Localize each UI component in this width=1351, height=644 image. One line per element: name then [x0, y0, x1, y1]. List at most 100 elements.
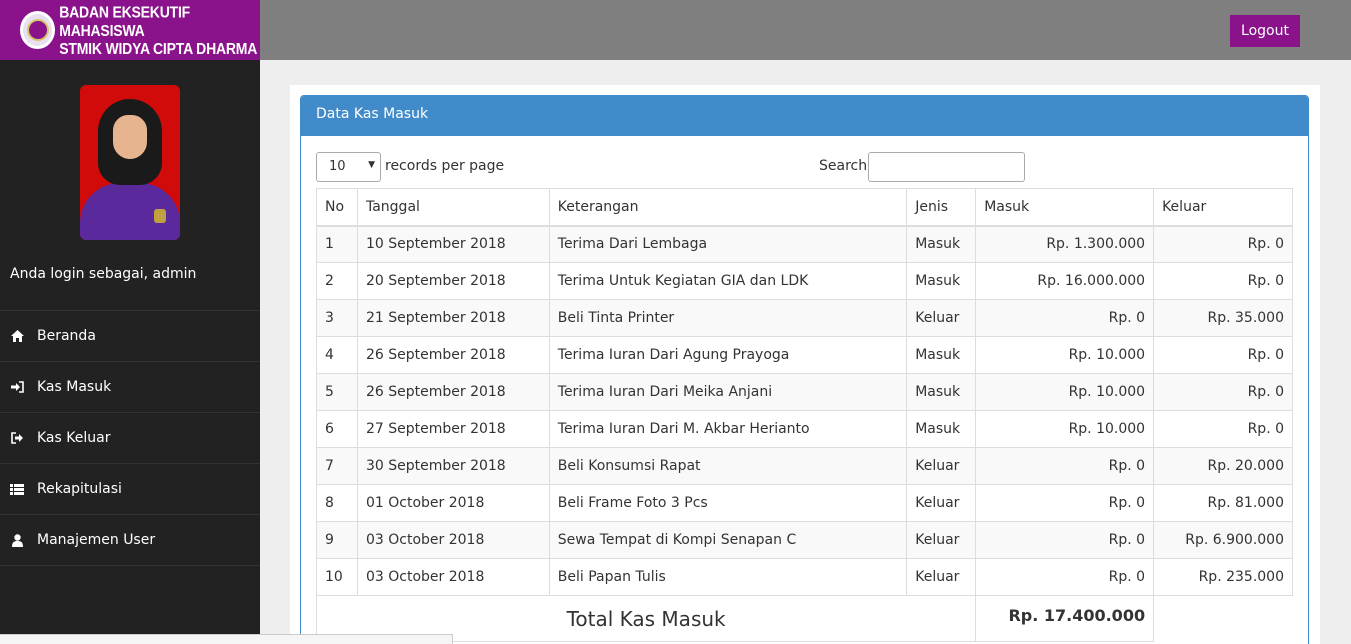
- cell-jenis: Masuk: [906, 225, 977, 263]
- cell-tanggal: 26 September 2018: [356, 373, 550, 411]
- cell-keluar: Rp. 0: [1153, 410, 1293, 448]
- cell-keluar: Rp. 6.900.000: [1153, 521, 1293, 559]
- sidebar-item-kas-keluar[interactable]: Kas Keluar: [0, 413, 260, 464]
- sidebar-item-beranda[interactable]: Beranda: [0, 311, 260, 362]
- logo-icon: [20, 11, 56, 49]
- records-per-page-select[interactable]: 10 ▼: [316, 152, 381, 182]
- cell-tanggal: 03 October 2018: [356, 558, 550, 596]
- brand-title: BADAN EKSEKUTIF MAHASISWA STMIK WIDYA CI…: [59, 2, 260, 57]
- sidebar-item-label: Beranda: [37, 328, 96, 344]
- cell-no: 3: [316, 299, 358, 337]
- cell-tanggal: 01 October 2018: [356, 484, 550, 522]
- cell-keluar: Rp. 0: [1153, 373, 1293, 411]
- table-row: 1 10 September 2018 Terima Dari Lembaga …: [316, 225, 1293, 263]
- top-navbar: Logout: [260, 0, 1351, 60]
- cell-jenis: Keluar: [906, 299, 977, 337]
- cell-no: 8: [316, 484, 358, 522]
- cell-no: 6: [316, 410, 358, 448]
- login-status: Anda login sebagai, admin: [0, 240, 260, 311]
- cell-keluar: Rp. 0: [1153, 336, 1293, 374]
- cell-keluar: Rp. 20.000: [1153, 447, 1293, 485]
- records-per-page-value: 10: [329, 159, 346, 174]
- table-controls: 10 ▼ records per page Search:: [301, 136, 1308, 188]
- cell-jenis: Masuk: [906, 262, 977, 300]
- sidebar-item-rekapitulasi[interactable]: Rekapitulasi: [0, 464, 260, 515]
- cell-keluar: Rp. 235.000: [1153, 558, 1293, 596]
- cell-keluar: Rp. 81.000: [1153, 484, 1293, 522]
- cell-tanggal: 26 September 2018: [356, 336, 550, 374]
- cell-tanggal: 21 September 2018: [356, 299, 550, 337]
- sidebar-item-label: Rekapitulasi: [37, 481, 122, 497]
- profile: [0, 60, 260, 240]
- cell-jenis: Masuk: [906, 373, 977, 411]
- cell-keterangan: Beli Tinta Printer: [548, 299, 908, 337]
- column-header-jenis[interactable]: Jenis: [906, 188, 977, 227]
- column-header-tanggal[interactable]: Tanggal: [356, 188, 550, 227]
- cell-keterangan: Terima Untuk Kegiatan GIA dan LDK: [548, 262, 908, 300]
- table-row: 3 21 September 2018 Beli Tinta Printer K…: [316, 299, 1293, 337]
- cell-masuk: Rp. 0: [975, 558, 1155, 596]
- sidebar-item-manajemen-user[interactable]: Manajemen User: [0, 515, 260, 566]
- home-icon: [10, 329, 24, 343]
- cell-keterangan: Beli Konsumsi Rapat: [548, 447, 908, 485]
- browser-status-bar: [0, 634, 453, 644]
- cell-masuk: Rp. 16.000.000: [975, 262, 1155, 300]
- kas-masuk-table: No Tanggal Keterangan Jenis Masuk Keluar…: [315, 188, 1293, 642]
- table-row: 2 20 September 2018 Terima Untuk Kegiata…: [316, 262, 1293, 300]
- sidebar-item-label: Manajemen User: [37, 532, 156, 548]
- sidebar-item-label: Kas Masuk: [37, 379, 112, 395]
- table-row: 7 30 September 2018 Beli Konsumsi Rapat …: [316, 447, 1293, 485]
- chevron-down-icon: ▼: [368, 160, 375, 170]
- table-row: 10 03 October 2018 Beli Papan Tulis Kelu…: [316, 558, 1293, 596]
- cell-masuk: Rp. 10.000: [975, 336, 1155, 374]
- cell-jenis: Keluar: [906, 447, 977, 485]
- column-header-keluar[interactable]: Keluar: [1153, 188, 1293, 227]
- search-input[interactable]: [868, 152, 1025, 182]
- sidebar: BADAN EKSEKUTIF MAHASISWA STMIK WIDYA CI…: [0, 0, 260, 644]
- cell-tanggal: 20 September 2018: [356, 262, 550, 300]
- cell-tanggal: 30 September 2018: [356, 447, 550, 485]
- column-header-no[interactable]: No: [316, 188, 358, 227]
- brand-title-line1: BADAN EKSEKUTIF MAHASISWA: [59, 2, 191, 40]
- table-header-row: No Tanggal Keterangan Jenis Masuk Keluar: [316, 188, 1293, 227]
- brand-title-line2: STMIK WIDYA CIPTA DHARMA: [59, 39, 258, 58]
- cell-keterangan: Terima Dari Lembaga: [548, 225, 908, 263]
- cell-keluar: Rp. 0: [1153, 262, 1293, 300]
- cell-jenis: Masuk: [906, 410, 977, 448]
- cell-jenis: Keluar: [906, 558, 977, 596]
- panel-title: Data Kas Masuk: [301, 96, 1308, 136]
- cell-keluar: Rp. 35.000: [1153, 299, 1293, 337]
- cell-no: 9: [316, 521, 358, 559]
- search-label: Search:: [819, 158, 872, 174]
- brand-header[interactable]: BADAN EKSEKUTIF MAHASISWA STMIK WIDYA CI…: [0, 0, 260, 60]
- cell-masuk: Rp. 0: [975, 484, 1155, 522]
- column-header-masuk[interactable]: Masuk: [975, 188, 1155, 227]
- cell-no: 10: [316, 558, 358, 596]
- logout-button[interactable]: Logout: [1230, 15, 1300, 47]
- cell-keterangan: Sewa Tempat di Kompi Senapan C: [548, 521, 908, 559]
- data-panel: Data Kas Masuk 10 ▼ records per page Sea…: [300, 95, 1309, 644]
- table-row: 6 27 September 2018 Terima Iuran Dari M.…: [316, 410, 1293, 448]
- sidebar-item-kas-masuk[interactable]: Kas Masuk: [0, 362, 260, 413]
- cell-jenis: Masuk: [906, 336, 977, 374]
- avatar: [80, 85, 180, 240]
- table-row: 9 03 October 2018 Sewa Tempat di Kompi S…: [316, 521, 1293, 559]
- cell-masuk: Rp. 10.000: [975, 373, 1155, 411]
- cell-no: 7: [316, 447, 358, 485]
- cell-masuk: Rp. 10.000: [975, 410, 1155, 448]
- cell-no: 5: [316, 373, 358, 411]
- total-empty-cell: [1153, 595, 1293, 642]
- cell-keterangan: Beli Papan Tulis: [548, 558, 908, 596]
- sign-out-icon: [10, 431, 24, 445]
- table-row: 4 26 September 2018 Terima Iuran Dari Ag…: [316, 336, 1293, 374]
- cell-masuk: Rp. 0: [975, 521, 1155, 559]
- sign-in-icon: [10, 380, 24, 394]
- cell-keterangan: Terima Iuran Dari M. Akbar Herianto: [548, 410, 908, 448]
- cell-keterangan: Terima Iuran Dari Meika Anjani: [548, 373, 908, 411]
- total-row: Total Kas Masuk Rp. 17.400.000: [315, 595, 1293, 642]
- column-header-keterangan[interactable]: Keterangan: [548, 188, 908, 227]
- cell-masuk: Rp. 1.300.000: [975, 225, 1155, 263]
- table-row: 5 26 September 2018 Terima Iuran Dari Me…: [316, 373, 1293, 411]
- cell-jenis: Keluar: [906, 521, 977, 559]
- records-per-page-label: records per page: [385, 158, 505, 174]
